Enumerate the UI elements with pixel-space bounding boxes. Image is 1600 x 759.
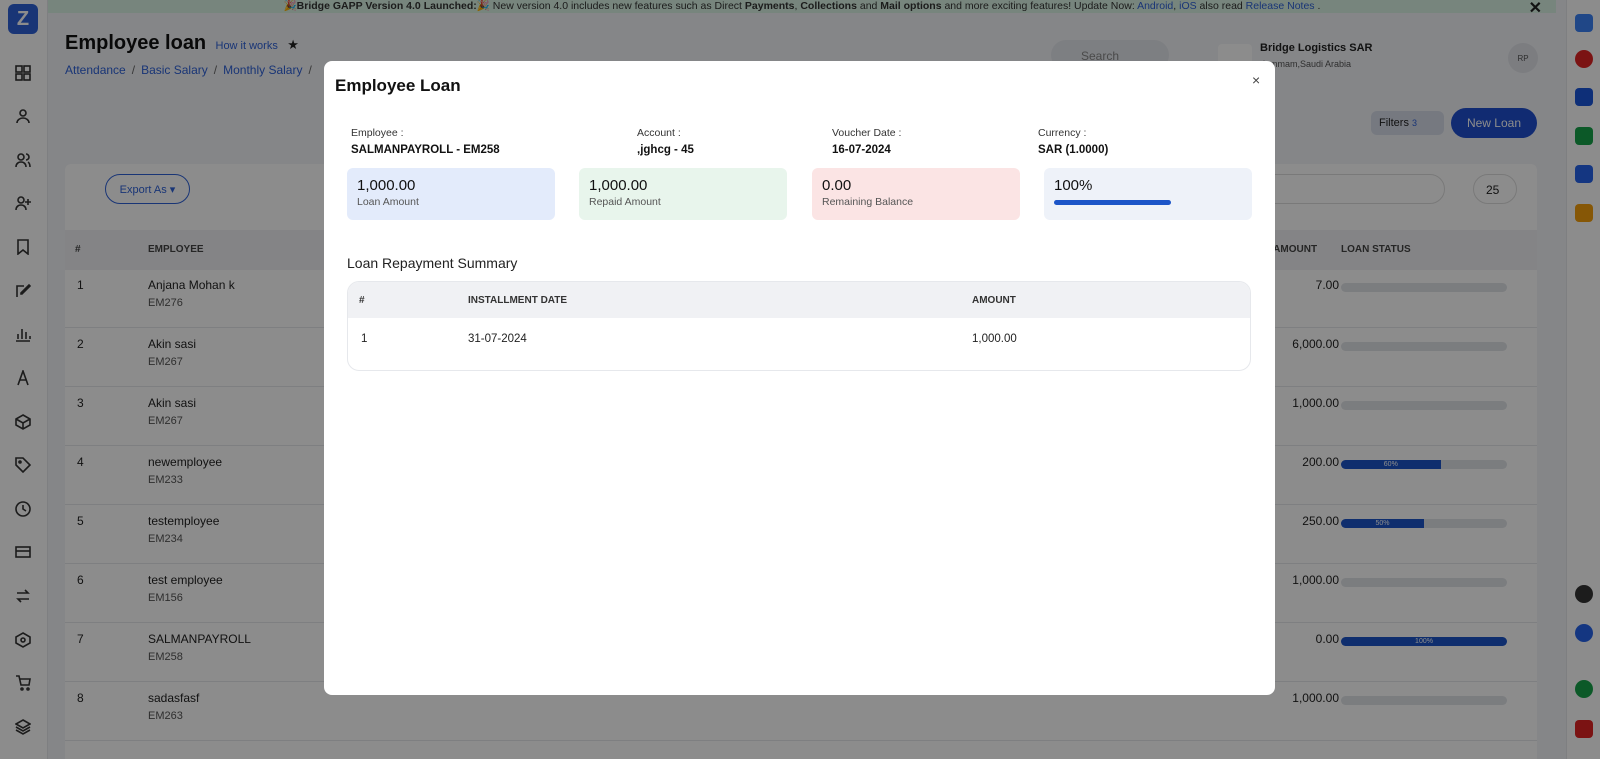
repayment-progress-fill <box>1054 200 1171 205</box>
summary-col-amount: AMOUNT <box>972 295 1016 306</box>
currency-value: SAR (1.0000) <box>1038 144 1109 156</box>
account-label: Account : <box>637 127 681 139</box>
repaid-amount-card: 1,000.00 Repaid Amount <box>579 168 787 220</box>
account-value: ,jghcg - 45 <box>637 144 694 156</box>
remaining-balance-label: Remaining Balance <box>822 196 914 208</box>
summary-row-num: 1 <box>361 333 368 345</box>
summary-row-amount: 1,000.00 <box>972 333 1017 345</box>
summary-col-date: INSTALLMENT DATE <box>468 295 568 306</box>
loan-amount-card: 1,000.00 Loan Amount <box>347 168 555 220</box>
currency-label: Currency : <box>1038 127 1087 139</box>
loan-amount-value: 1,000.00 <box>357 177 416 194</box>
remaining-balance-value: 0.00 <box>822 177 852 194</box>
repaid-amount-value: 1,000.00 <box>589 177 648 194</box>
loan-amount-label: Loan Amount <box>357 196 419 208</box>
repaid-amount-label: Repaid Amount <box>589 196 661 208</box>
remaining-balance-card: 0.00 Remaining Balance <box>812 168 1020 220</box>
employee-label: Employee : <box>351 127 404 139</box>
summary-row-date: 31-07-2024 <box>468 333 527 345</box>
employee-value: SALMANPAYROLL - EM258 <box>351 144 500 156</box>
summary-table-header: # INSTALLMENT DATE AMOUNT <box>348 282 1250 318</box>
employee-loan-modal: Employee Loan × Employee : SALMANPAYROLL… <box>324 61 1275 695</box>
repayment-progress-card: 100% <box>1044 168 1252 220</box>
repayment-progress-bar <box>1054 200 1171 205</box>
voucher-date-value: 16-07-2024 <box>832 144 891 156</box>
summary-row: 1 31-07-2024 1,000.00 <box>348 318 1250 370</box>
currency-info: Currency : SAR (1.0000) <box>1038 127 1108 156</box>
summary-title: Loan Repayment Summary <box>347 255 518 271</box>
voucher-info: Voucher Date : 16-07-2024 <box>832 127 901 156</box>
repayment-percent: 100% <box>1054 177 1093 194</box>
close-icon[interactable]: × <box>1252 72 1260 88</box>
modal-title: Employee Loan <box>335 76 461 95</box>
account-info: Account : ,jghcg - 45 <box>637 127 694 156</box>
employee-info: Employee : SALMANPAYROLL - EM258 <box>351 127 500 156</box>
summary-col-num: # <box>359 295 365 306</box>
repayment-summary-table: # INSTALLMENT DATE AMOUNT 1 31-07-2024 1… <box>347 281 1251 371</box>
voucher-date-label: Voucher Date : <box>832 127 902 139</box>
